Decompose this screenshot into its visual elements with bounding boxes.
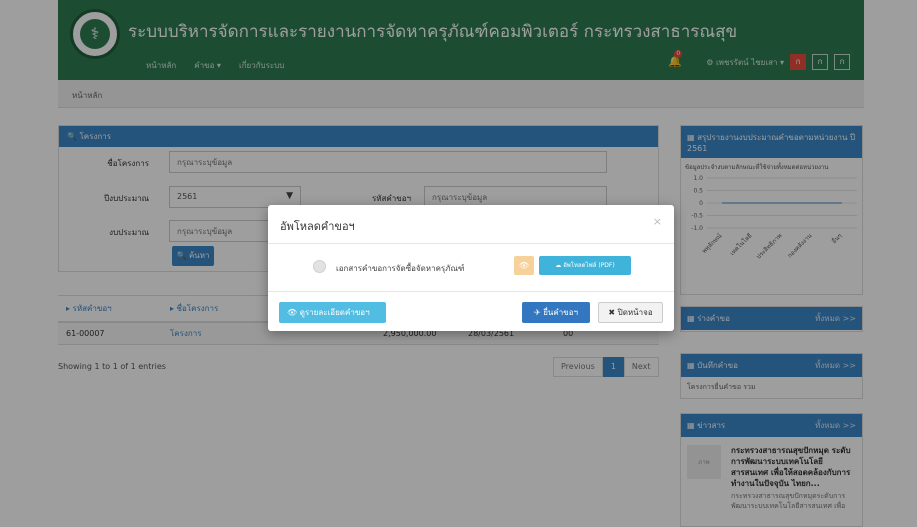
modal-footer-divider [268,291,674,292]
close-modal-button[interactable]: ✖ ปิดหน้าจอ [598,302,663,323]
modal-divider [268,243,674,244]
document-radio[interactable] [313,260,326,273]
modal-close-icon[interactable]: × [653,215,662,228]
upload-request-modal: อัพโหลดคำขอฯ × เอกสารคำขอการจัดซื้อจัดหา… [268,205,674,331]
view-document-button[interactable]: 👁 [514,256,534,275]
submit-request-button[interactable]: ✈ ยื่นคำขอฯ [522,302,590,323]
upload-pdf-button[interactable]: ☁ อัพโหลดไฟล์ (PDF) [539,256,631,275]
modal-title: อัพโหลดคำขอฯ [280,220,355,233]
view-request-details-button[interactable]: 👁 ดูรายละเอียดคำขอฯ [279,302,386,323]
document-label: เอกสารคำขอการจัดซื้อจัดหาครุภัณฑ์ [336,264,465,273]
